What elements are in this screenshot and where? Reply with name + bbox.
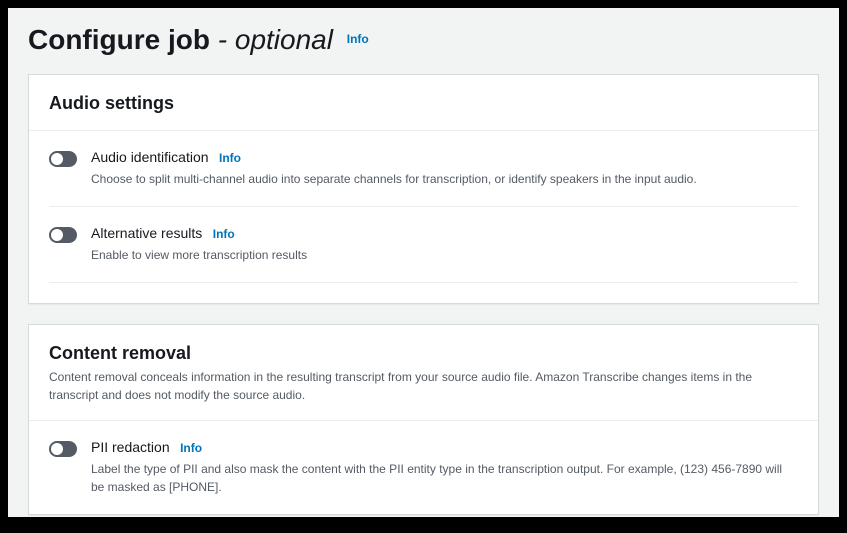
setting-label-pii-redaction: PII redaction	[91, 439, 170, 455]
setting-label-alternative-results: Alternative results	[91, 225, 202, 241]
setting-pii-redaction: PII redaction Info Label the type of PII…	[49, 421, 798, 514]
panel-title-content-removal: Content removal	[49, 343, 798, 364]
panel-content-removal: Content removal Content removal conceals…	[28, 324, 819, 515]
page-frame: Configure job - optional Info Audio sett…	[8, 8, 839, 517]
panel-title-audio: Audio settings	[49, 93, 798, 114]
page-header: Configure job - optional Info	[8, 8, 839, 74]
page-title-prefix: Configure job	[28, 24, 210, 55]
info-link-pii-redaction[interactable]: Info	[180, 441, 202, 455]
panel-header-audio: Audio settings	[29, 75, 818, 130]
page-title-separator: -	[210, 24, 235, 55]
setting-alternative-results: Alternative results Info Enable to view …	[49, 206, 798, 283]
setting-text: PII redaction Info Label the type of PII…	[91, 439, 798, 496]
toggle-pii-redaction[interactable]	[49, 441, 77, 457]
panel-body-audio: Audio identification Info Choose to spli…	[29, 130, 818, 283]
page-info-link[interactable]: Info	[347, 32, 369, 46]
setting-text: Alternative results Info Enable to view …	[91, 225, 798, 264]
page-title-suffix: optional	[235, 24, 333, 55]
setting-desc-pii-redaction: Label the type of PII and also mask the …	[91, 460, 798, 496]
setting-text: Audio identification Info Choose to spli…	[91, 149, 798, 188]
setting-label-audio-identification: Audio identification	[91, 149, 209, 165]
toggle-alternative-results[interactable]	[49, 227, 77, 243]
info-link-audio-identification[interactable]: Info	[219, 151, 241, 165]
panel-body-content-removal: PII redaction Info Label the type of PII…	[29, 420, 818, 514]
panel-desc-content-removal: Content removal conceals information in …	[49, 368, 798, 404]
setting-desc-audio-identification: Choose to split multi-channel audio into…	[91, 170, 798, 188]
setting-desc-alternative-results: Enable to view more transcription result…	[91, 246, 798, 264]
page-title: Configure job - optional	[28, 24, 341, 55]
setting-audio-identification: Audio identification Info Choose to spli…	[49, 131, 798, 206]
panel-audio-settings: Audio settings Audio identification Info…	[28, 74, 819, 304]
toggle-audio-identification[interactable]	[49, 151, 77, 167]
info-link-alternative-results[interactable]: Info	[213, 227, 235, 241]
panel-header-content-removal: Content removal Content removal conceals…	[29, 325, 818, 420]
